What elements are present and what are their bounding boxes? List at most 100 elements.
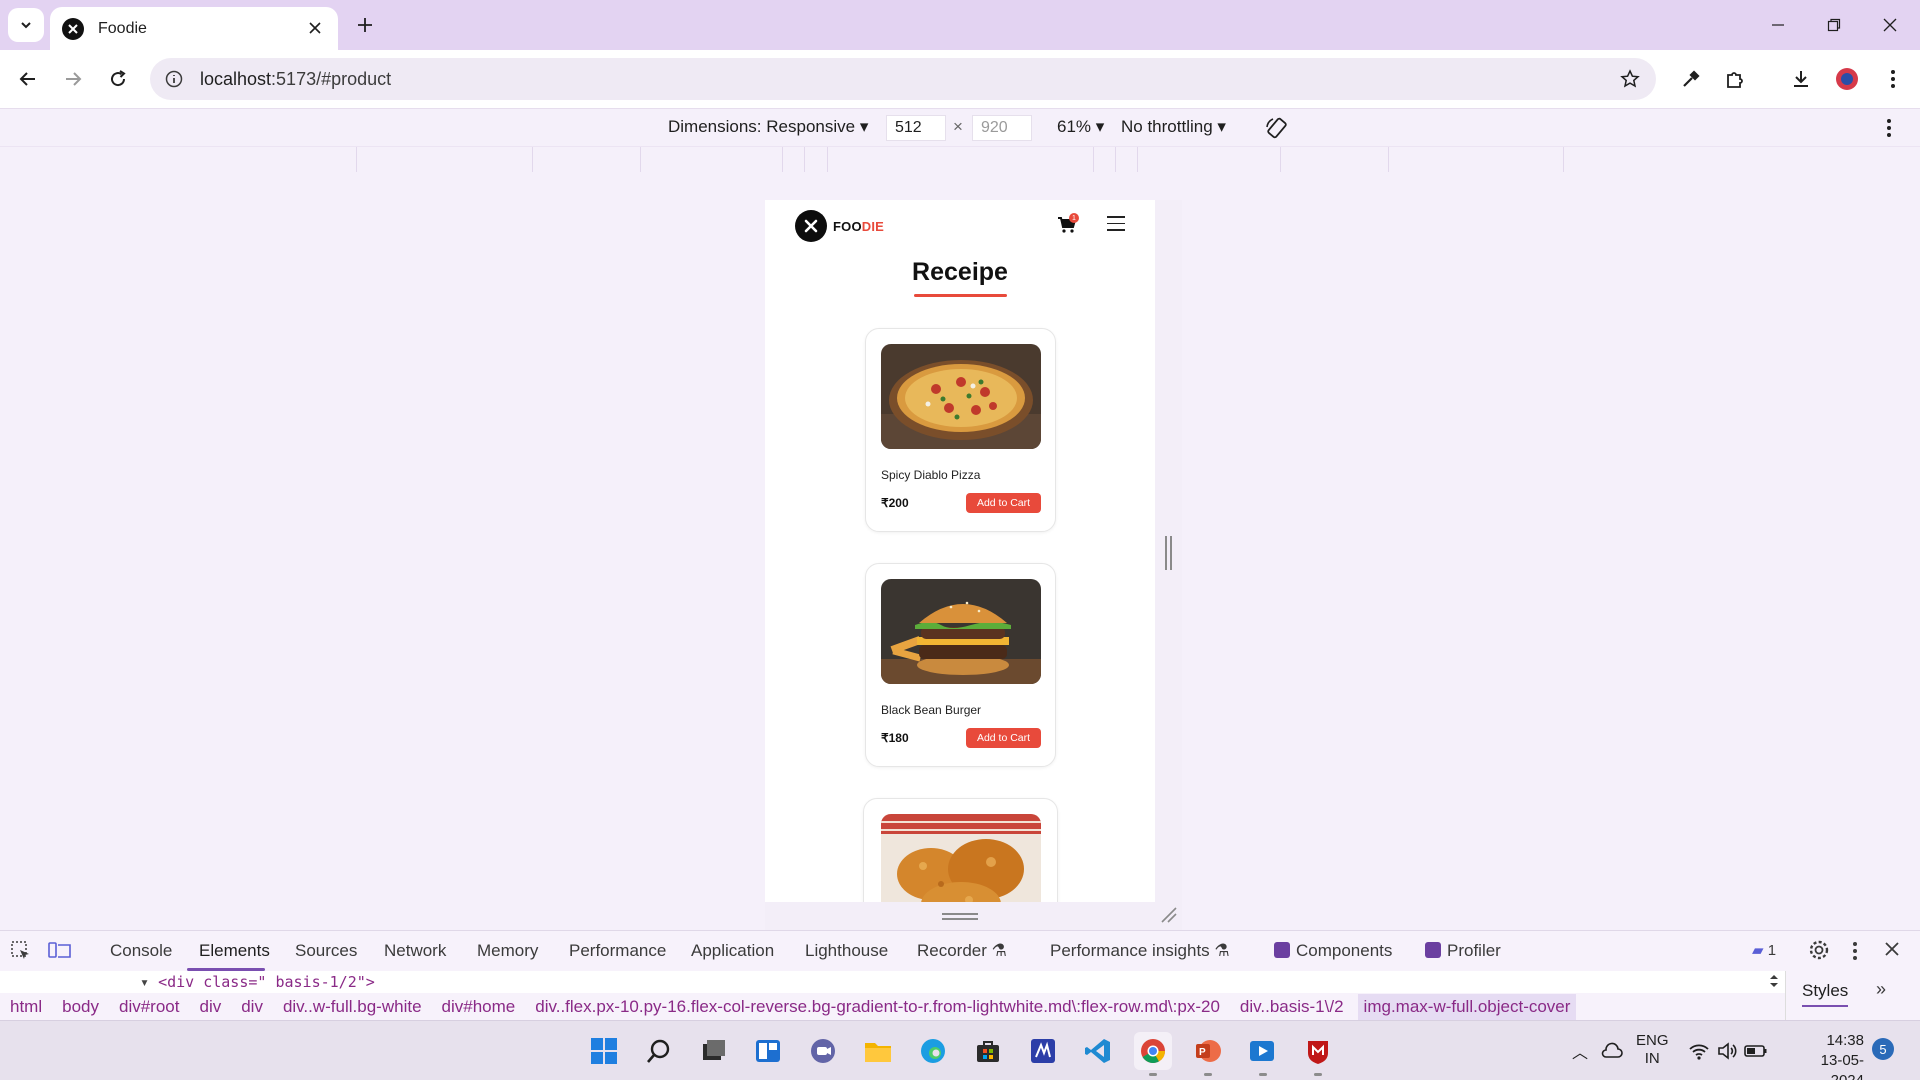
zoom-dropdown[interactable]: 61% ▾ — [1057, 117, 1104, 137]
device-height-input[interactable]: 920 — [972, 115, 1032, 141]
close-window-icon[interactable] — [1876, 12, 1904, 38]
browser-tab-foodie[interactable]: Foodie — [50, 7, 338, 50]
resize-grip-corner-icon[interactable] — [1160, 906, 1178, 924]
volume-icon[interactable] — [1716, 1041, 1738, 1061]
profile-avatar-icon[interactable] — [1832, 64, 1862, 94]
add-to-cart-button[interactable]: Add to Cart — [966, 728, 1041, 748]
tab-sources[interactable]: Sources — [295, 941, 357, 961]
resize-grip-right-icon[interactable] — [1165, 536, 1167, 570]
message-icon: ▰ — [1752, 942, 1764, 959]
foodie-favicon-icon — [62, 17, 84, 40]
tab-styles[interactable]: Styles — [1802, 981, 1849, 1007]
new-tab-plus-icon[interactable] — [352, 12, 378, 38]
breadcrumb-item[interactable]: html — [10, 997, 42, 1017]
foodie-logo[interactable]: FOODIE — [795, 210, 884, 242]
breadcrumb-item[interactable]: body — [62, 997, 99, 1017]
tab-elements[interactable]: Elements — [199, 941, 270, 961]
tab-close-icon[interactable] — [304, 17, 326, 39]
breadcrumb-item[interactable]: div..w-full.bg-white — [283, 997, 422, 1017]
forward-arrow-icon[interactable] — [57, 63, 89, 95]
device-toggle-icon[interactable] — [48, 940, 72, 964]
page-title: Receipe — [912, 258, 1008, 286]
teams-chat-icon[interactable] — [804, 1032, 842, 1070]
tab-components[interactable]: Components — [1274, 941, 1392, 961]
breadcrumb-item[interactable]: div — [241, 997, 263, 1017]
settings-gear-icon[interactable] — [1808, 939, 1832, 963]
resize-grip-bottom-icon[interactable] — [942, 913, 978, 915]
fried-chicken-image — [881, 814, 1041, 902]
tab-search-button[interactable] — [8, 8, 44, 42]
tab-recorder[interactable]: Recorder ⚗ — [917, 941, 1007, 961]
media-query-bar[interactable] — [0, 146, 1920, 173]
device-resize-bottom[interactable] — [765, 902, 1182, 930]
windows-start-icon[interactable] — [585, 1032, 623, 1070]
eyedropper-icon[interactable] — [1676, 64, 1706, 94]
battery-icon[interactable] — [1744, 1042, 1768, 1060]
breadcrumb-item[interactable]: div#root — [119, 997, 179, 1017]
emulated-device-viewport: FOODIE 1 Receipe Spicy Diablo Pizza ₹200… — [765, 200, 1155, 902]
widgets-icon[interactable] — [749, 1032, 787, 1070]
dom-tree-line[interactable]: ▾ <div class=" basis-1/2"> — [140, 973, 375, 991]
back-arrow-icon[interactable] — [12, 63, 44, 95]
tab-lighthouse[interactable]: Lighthouse — [805, 941, 888, 961]
notification-count-badge[interactable]: 5 — [1872, 1038, 1894, 1060]
tab-console[interactable]: Console — [110, 941, 172, 961]
devtools-menu-icon[interactable] — [1852, 941, 1860, 961]
language-indicator[interactable]: ENG IN — [1636, 1032, 1669, 1068]
minimize-window-icon[interactable] — [1764, 12, 1792, 38]
chrome-browser-icon[interactable] — [1134, 1032, 1172, 1070]
rotate-device-icon[interactable] — [1264, 115, 1290, 141]
download-icon[interactable] — [1786, 64, 1816, 94]
address-bar[interactable]: localhost:5173/#product — [150, 58, 1656, 100]
mcafee-icon[interactable] — [1299, 1032, 1337, 1070]
tab-application[interactable]: Application — [691, 941, 774, 961]
site-info-icon[interactable] — [162, 67, 186, 91]
tray-chevron-up-icon[interactable]: ︿ — [1572, 1039, 1588, 1063]
microsoft-store-icon[interactable] — [969, 1032, 1007, 1070]
tab-performance-insights[interactable]: Performance insights ⚗ — [1050, 941, 1230, 961]
search-icon[interactable] — [640, 1032, 678, 1070]
device-resize-right[interactable] — [1155, 200, 1182, 902]
file-explorer-icon[interactable] — [859, 1032, 897, 1070]
breadcrumb-item[interactable]: div..basis-1\/2 — [1240, 997, 1344, 1017]
powerpoint-icon[interactable]: P — [1189, 1032, 1227, 1070]
extensions-puzzle-icon[interactable] — [1720, 64, 1750, 94]
breadcrumb-item[interactable]: div..flex.px-10.py-16.flex-col-reverse.b… — [535, 997, 1220, 1017]
clock[interactable]: 14:3813-05-2024 — [1790, 1031, 1864, 1080]
close-devtools-icon[interactable] — [1884, 941, 1904, 961]
tab-memory[interactable]: Memory — [477, 941, 538, 961]
reload-icon[interactable] — [102, 63, 134, 95]
devtools-tab-bar: Console Elements Sources Network Memory … — [0, 931, 1920, 971]
browser-menu-kebab-icon[interactable] — [1878, 64, 1908, 94]
dimensions-dropdown[interactable]: Dimensions: Responsive ▾ — [668, 117, 868, 137]
tab-profiler[interactable]: Profiler — [1425, 941, 1501, 961]
add-to-cart-button[interactable]: Add to Cart — [966, 493, 1041, 513]
active-tab-indicator — [187, 968, 265, 971]
logo-text: FOODIE — [833, 218, 885, 234]
device-toolbar-menu-icon[interactable] — [1886, 118, 1894, 138]
breadcrumb-item-selected[interactable]: img.max-w-full.object-cover — [1357, 994, 1577, 1020]
chevron-down-icon — [21, 22, 31, 29]
restore-window-icon[interactable] — [1820, 12, 1848, 38]
issues-counter[interactable]: ▰ 1 — [1752, 941, 1776, 959]
math-app-icon[interactable] — [1024, 1032, 1062, 1070]
inspect-element-icon[interactable] — [10, 940, 34, 964]
task-view-icon[interactable] — [694, 1032, 732, 1070]
tab-performance[interactable]: Performance — [569, 941, 666, 961]
bookmark-star-icon[interactable] — [1618, 67, 1642, 91]
media-player-icon[interactable] — [1244, 1032, 1282, 1070]
device-width-input[interactable]: 512 — [886, 115, 946, 141]
scroll-arrows-icon[interactable] — [1768, 973, 1780, 989]
mcafee-running-indicator — [1314, 1073, 1322, 1076]
wifi-icon[interactable] — [1688, 1041, 1710, 1061]
tab-network[interactable]: Network — [384, 941, 446, 961]
more-tabs-chevron-icon[interactable]: » — [1876, 979, 1886, 1000]
breadcrumb-item[interactable]: div#home — [442, 997, 516, 1017]
breadcrumb-item[interactable]: div — [199, 997, 221, 1017]
vscode-icon[interactable] — [1079, 1032, 1117, 1070]
react-icon — [1274, 942, 1290, 958]
edge-browser-icon[interactable] — [914, 1032, 952, 1070]
throttling-dropdown[interactable]: No throttling ▾ — [1121, 117, 1226, 137]
hamburger-menu-icon[interactable] — [1107, 216, 1125, 232]
network-cloud-icon[interactable] — [1600, 1040, 1624, 1062]
